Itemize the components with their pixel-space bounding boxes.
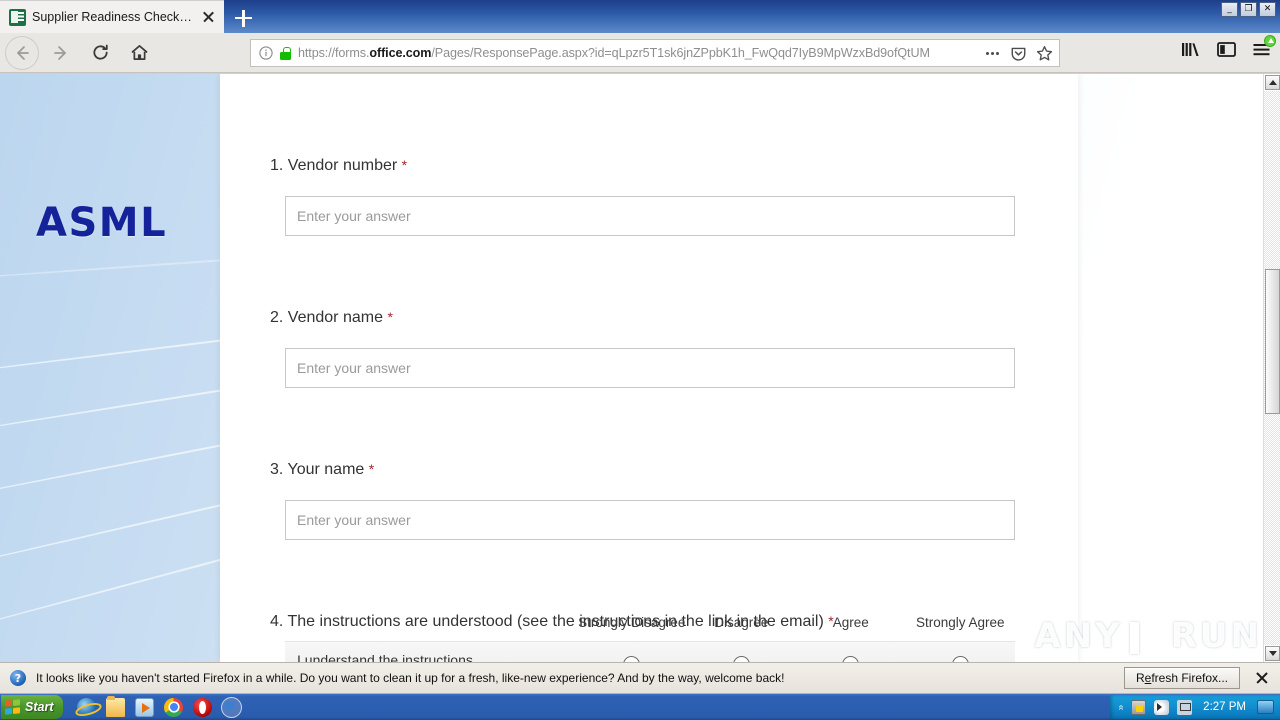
show-desktop-icon[interactable] — [1257, 700, 1274, 714]
question-2-placeholder: Enter your answer — [297, 360, 411, 376]
question-2-required: * — [387, 309, 393, 325]
tray-expand-icon[interactable]: « — [1115, 704, 1126, 710]
question-3-text: Your name — [287, 461, 365, 478]
notification-message: It looks like you haven't started Firefo… — [36, 671, 785, 685]
scrollbar-thumb[interactable] — [1265, 269, 1280, 414]
sidebar-icon[interactable] — [1216, 40, 1237, 59]
url-subdomain: forms. — [335, 46, 370, 60]
page-viewport: ASML 1. Vendor number * Enter your answe… — [0, 74, 1280, 662]
url-text[interactable]: https://forms.office.com/Pages/ResponseP… — [298, 46, 977, 60]
refresh-firefox-button[interactable]: Refresh Firefox... — [1123, 667, 1240, 689]
clock[interactable]: 2:27 PM — [1200, 701, 1249, 713]
ms-forms-icon — [9, 8, 26, 26]
address-bar-actions — [984, 45, 1053, 62]
back-arrow-icon[interactable] — [5, 36, 39, 70]
mozilla-firefox-icon[interactable] — [222, 697, 242, 717]
internet-explorer-icon[interactable] — [77, 697, 97, 717]
question-3-number: 3. — [270, 461, 284, 478]
url-domain: office.com — [369, 46, 432, 60]
info-icon: ? — [10, 670, 26, 686]
question-1-text: Vendor number — [287, 157, 398, 174]
question-1-number: 1. — [270, 157, 284, 174]
form-card: 1. Vendor number * Enter your answer 2. … — [220, 74, 1078, 662]
likert-row-label: I understand the instructions — [297, 652, 473, 662]
star-icon[interactable] — [1036, 45, 1053, 62]
browser-tab-strip: Supplier Readiness Check (NPR) _ ❐ ✕ — [0, 0, 1280, 33]
system-tray: « 2:27 PM — [1109, 695, 1280, 719]
ellipsis-icon[interactable] — [984, 45, 1001, 62]
likert-row: I understand the instructions — [285, 641, 1015, 662]
volume-icon[interactable] — [1154, 699, 1170, 715]
tab-title: Supplier Readiness Check (NPR) — [32, 10, 192, 24]
vertical-scrollbar[interactable] — [1263, 74, 1280, 662]
hamburger-menu-icon[interactable] — [1251, 34, 1276, 59]
file-explorer-icon[interactable] — [106, 695, 126, 717]
security-shield-icon[interactable] — [1131, 699, 1147, 715]
likert-col-agree: Agree — [832, 615, 869, 630]
question-1-placeholder: Enter your answer — [297, 208, 411, 224]
google-chrome-icon[interactable] — [164, 697, 184, 717]
refresh-button-suffix: fresh Firefox... — [1151, 671, 1228, 685]
question-1-required: * — [401, 157, 408, 173]
windows-flag-icon — [5, 699, 20, 715]
url-path: /Pages/ResponsePage.aspx?id=qLpzr5T1sk6j… — [431, 46, 930, 60]
scroll-up-icon[interactable] — [1265, 75, 1280, 90]
start-button-label: Start — [25, 700, 54, 714]
restore-button[interactable]: ❐ — [1240, 2, 1257, 17]
home-icon[interactable] — [122, 36, 156, 70]
opera-icon[interactable] — [193, 697, 213, 717]
question-2-input[interactable]: Enter your answer — [285, 348, 1015, 388]
close-button[interactable]: ✕ — [1259, 2, 1276, 17]
question-3-input[interactable]: Enter your answer — [285, 500, 1015, 540]
scroll-down-icon[interactable] — [1265, 646, 1280, 661]
close-icon[interactable] — [1250, 666, 1274, 690]
asml-logo: ASML — [36, 200, 168, 246]
likert-col-strongly-disagree: Strongly Disagree — [578, 615, 686, 630]
likert-column-headers: Strongly Disagree Disagree Agree Strongl… — [285, 615, 1015, 630]
browser-toolbar-right — [1180, 34, 1276, 59]
update-available-badge — [1264, 34, 1276, 47]
question-2-label: 2. Vendor name * — [270, 309, 393, 327]
library-icon[interactable] — [1180, 39, 1202, 59]
question-1-label: 1. Vendor number * — [270, 157, 407, 175]
window-controls: _ ❐ ✕ — [1221, 2, 1276, 17]
reload-icon[interactable] — [83, 36, 117, 70]
question-1-input[interactable]: Enter your answer — [285, 196, 1015, 236]
likert-col-strongly-agree: Strongly Agree — [915, 615, 1005, 630]
forward-arrow-icon[interactable] — [44, 36, 78, 70]
browser-tab[interactable]: Supplier Readiness Check (NPR) — [0, 0, 224, 33]
close-icon[interactable] — [198, 7, 218, 27]
minimize-button[interactable]: _ — [1221, 2, 1238, 17]
likert-col-disagree: Disagree — [714, 615, 769, 630]
address-bar[interactable]: https://forms.office.com/Pages/ResponseP… — [250, 39, 1060, 67]
question-3-placeholder: Enter your answer — [297, 512, 411, 528]
pocket-icon[interactable] — [1010, 45, 1027, 62]
question-3-required: * — [368, 461, 375, 477]
quick-launch-bar — [77, 695, 242, 717]
url-scheme: https:// — [298, 46, 335, 60]
windows-taskbar: Start « 2:27 PM — [0, 694, 1280, 720]
question-3-label: 3. Your name * — [270, 461, 374, 479]
secure-lock-icon[interactable] — [280, 46, 291, 60]
question-4-number: 4. — [270, 613, 284, 630]
new-tab-button[interactable] — [226, 3, 260, 33]
firefox-refresh-notification: ? It looks like you haven't started Fire… — [0, 662, 1280, 694]
question-2-number: 2. — [270, 309, 284, 326]
start-button[interactable]: Start — [1, 695, 64, 719]
windows-media-player-icon[interactable] — [135, 697, 155, 717]
page-info-icon[interactable] — [259, 46, 273, 60]
refresh-button-prefix: R — [1135, 671, 1145, 685]
network-icon[interactable] — [1177, 699, 1193, 715]
question-2-text: Vendor name — [287, 309, 383, 326]
